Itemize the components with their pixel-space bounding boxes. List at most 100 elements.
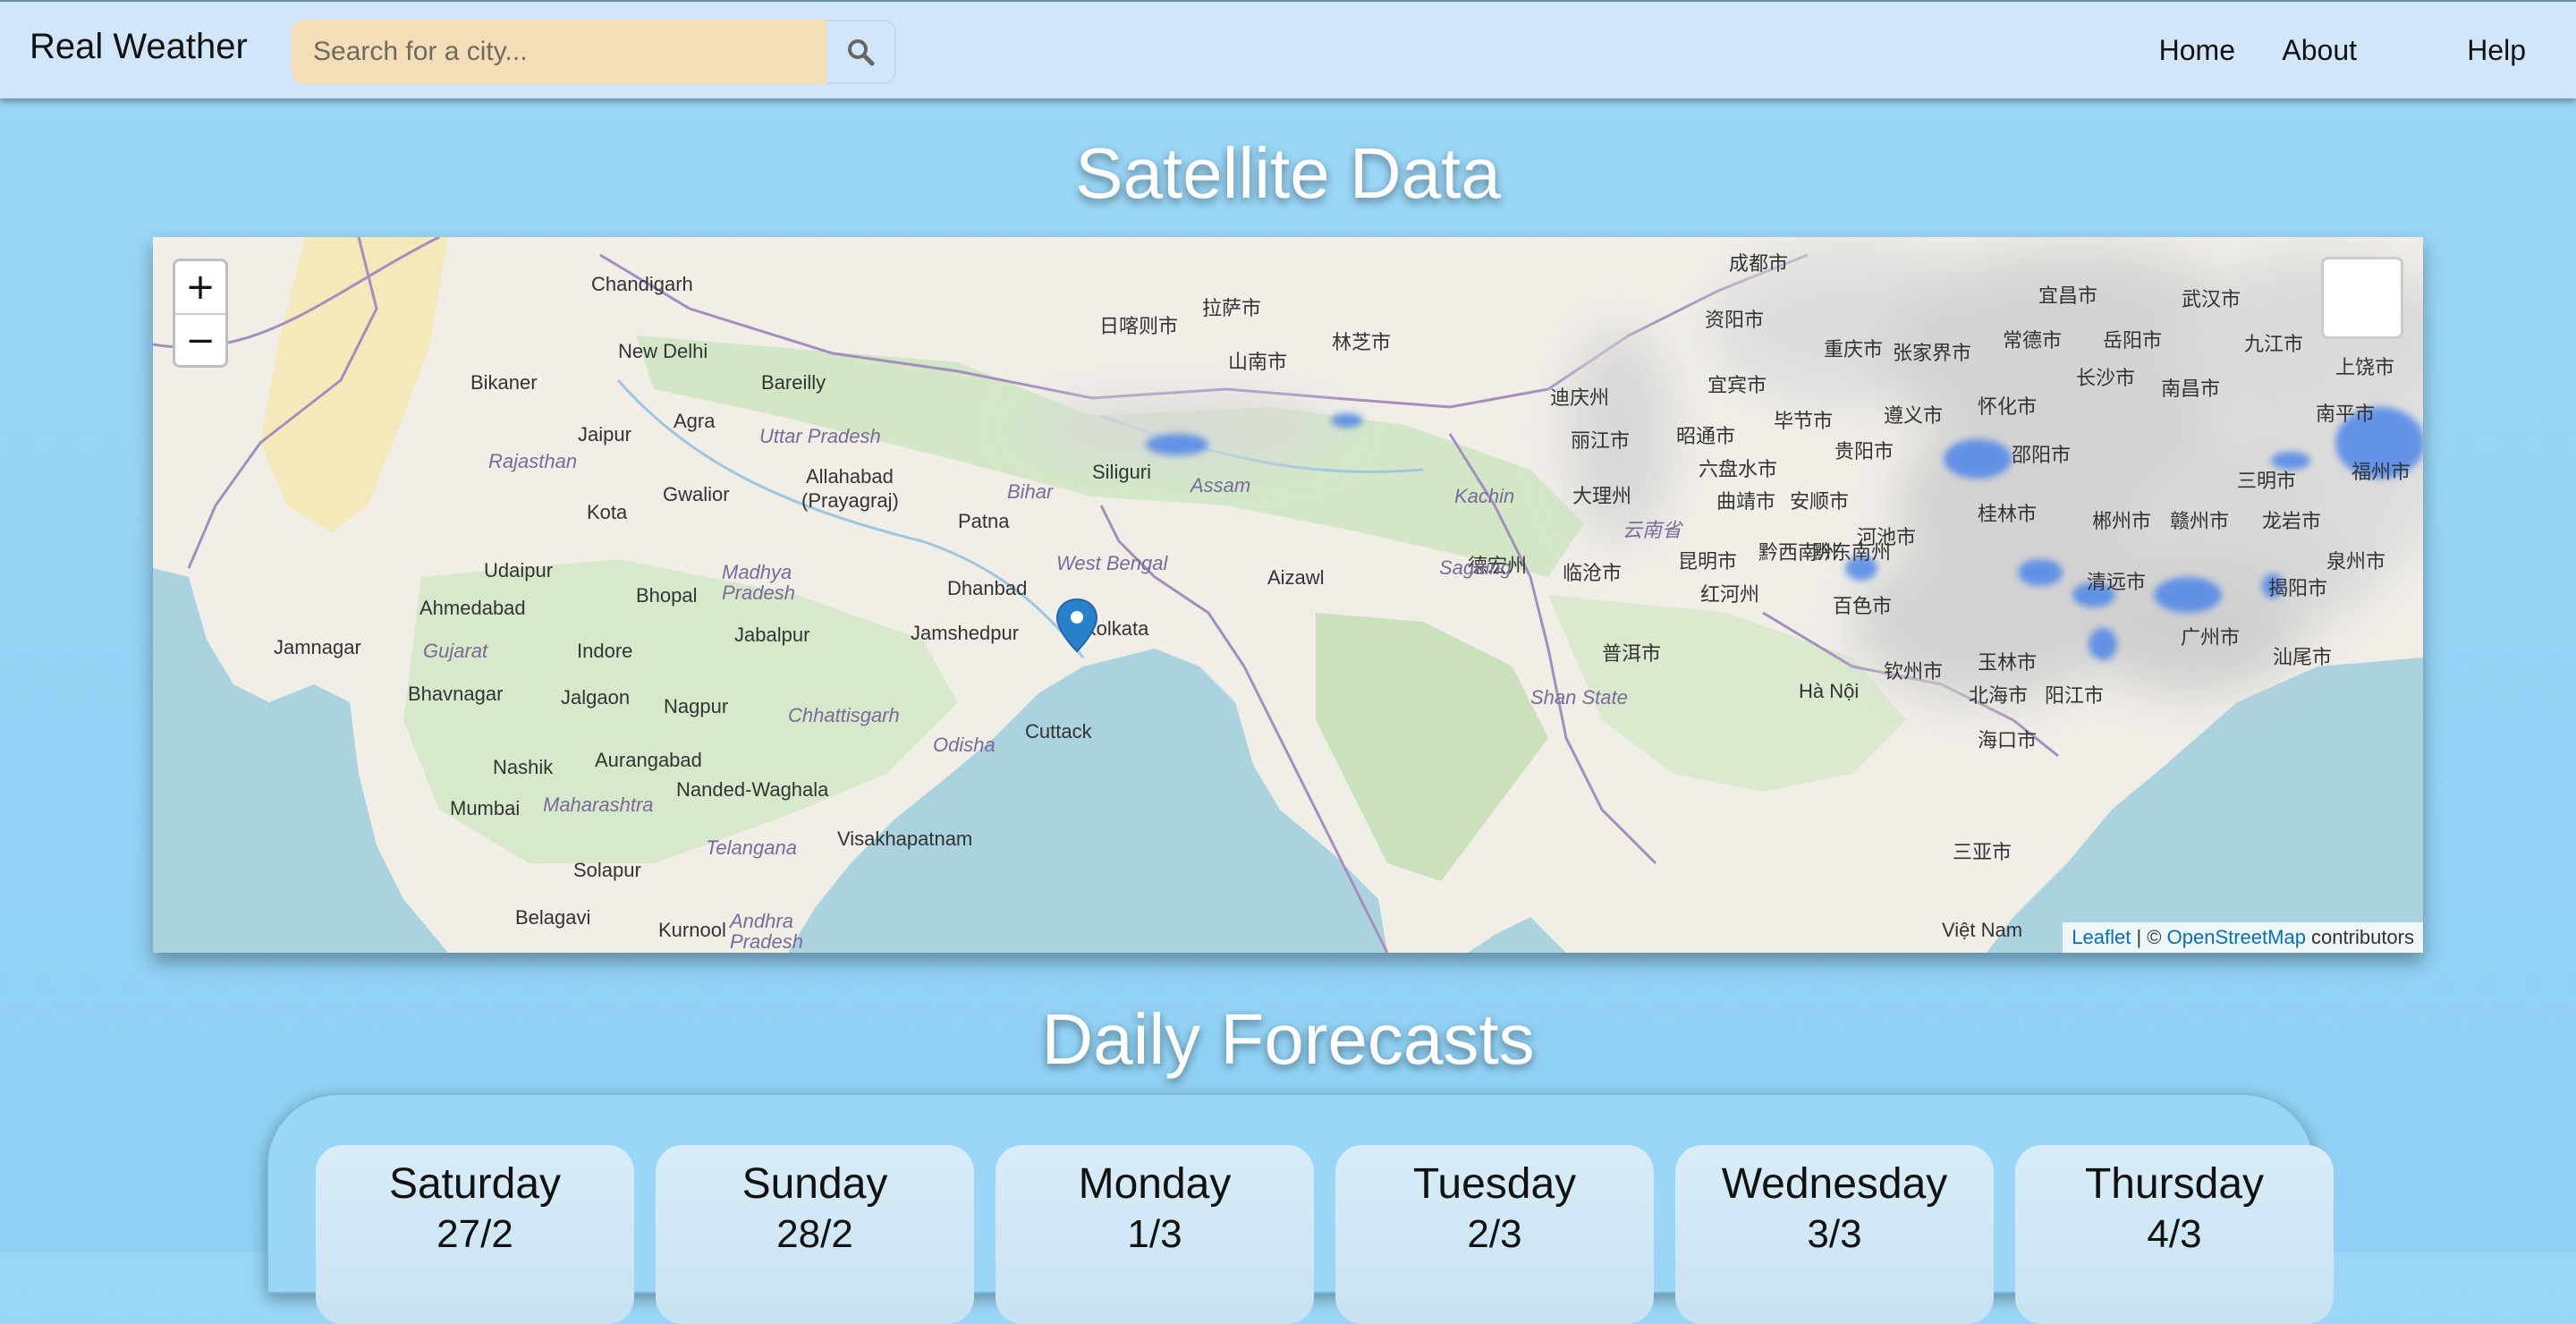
map-label: 桂林市 <box>1978 503 2038 525</box>
day-name: Monday <box>1078 1160 1232 1208</box>
forecast-section-title: Daily Forecasts <box>1041 999 1535 1079</box>
map-label: 云南省 <box>1623 519 1682 541</box>
map-label: 常德市 <box>2003 329 2063 352</box>
map-label: West Bengal <box>1056 552 1168 574</box>
map-label: 北海市 <box>1969 684 2029 707</box>
map-label: Rajasthan <box>488 450 578 472</box>
map-label: 海口市 <box>1978 729 2038 751</box>
forecast-panel: Saturday 27/2 Sunday 28/2 Monday 1/3 Tue… <box>267 1093 2334 1324</box>
map-label: 清远市 <box>2087 571 2147 593</box>
map-label: Nanded-Waghala <box>676 778 829 801</box>
map-label: 郴州市 <box>2092 510 2152 532</box>
map-label: 红河州 <box>1700 583 1760 606</box>
forecast-day-card[interactable]: Tuesday 2/3 <box>1335 1145 1654 1324</box>
map-label: Visakhapatnam <box>837 828 973 850</box>
map-label: 宜昌市 <box>2038 284 2098 307</box>
map-label: Bareilly <box>761 371 826 394</box>
map-label: Việt Nam <box>1942 919 2023 941</box>
map-label: Aizawl <box>1267 566 1325 589</box>
map-label: Solapur <box>573 859 641 881</box>
map-label: Odisha <box>933 734 996 756</box>
map-label: Telangana <box>706 836 797 859</box>
map-label: Mumbai <box>450 797 521 819</box>
map-label: 昭通市 <box>1676 425 1736 447</box>
map-label: Dhanbad <box>947 577 1028 599</box>
map-label: Jamshedpur <box>911 622 1020 644</box>
map-label: 黔西南州 <box>1758 541 1838 564</box>
map-label: 日喀则市 <box>1099 315 1179 337</box>
day-name: Sunday <box>741 1160 888 1208</box>
map-label: 张家界市 <box>1893 342 1972 364</box>
map-label: Hà Nội <box>1799 680 1860 702</box>
map-label: 赣州市 <box>2170 510 2230 532</box>
location-marker-icon[interactable] <box>1055 598 1098 653</box>
map-label: Nagpur <box>664 695 729 717</box>
forecast-day-card[interactable]: Thursday 4/3 <box>2015 1145 2334 1324</box>
map-label: Bikaner <box>470 371 538 394</box>
map-label: 泉州市 <box>2326 550 2386 573</box>
map-label: Bhavnagar <box>408 683 504 705</box>
map-label: 拉萨市 <box>1202 297 1262 319</box>
map-label: 宜宾市 <box>1707 374 1767 396</box>
layer-toggle-button[interactable] <box>2321 257 2403 339</box>
map-label: Maharashtra <box>543 794 654 816</box>
forecast-day-card[interactable]: Saturday 27/2 <box>316 1145 634 1324</box>
map-label: 南平市 <box>2316 403 2376 425</box>
map-label: Gwalior <box>663 483 730 505</box>
map-label: Ahmedabad <box>419 597 526 619</box>
nav-link-home[interactable]: Home <box>2159 34 2235 67</box>
day-name: Saturday <box>388 1160 562 1208</box>
forecast-day-card[interactable]: Wednesday 3/3 <box>1675 1145 1994 1324</box>
map-label: 迪庆州 <box>1550 386 1610 409</box>
day-date: 2/3 <box>1467 1212 1522 1256</box>
map-label: 百色市 <box>1833 595 1893 617</box>
map-label: 怀化市 <box>1978 395 2038 418</box>
search-form <box>292 20 896 84</box>
satellite-map[interactable]: Chandigarh New Delhi Bikaner Jaipur Agra… <box>153 237 2423 953</box>
map-label: 长沙市 <box>2076 367 2136 389</box>
day-name: Tuesday <box>1412 1160 1577 1208</box>
brand-logo-text[interactable]: Real Weather <box>30 27 248 67</box>
attribution-suffix: contributors <box>2305 926 2414 948</box>
map-label: 汕尾市 <box>2273 646 2333 668</box>
forecast-day-card[interactable]: Sunday 28/2 <box>656 1145 974 1324</box>
map-label: Belagavi <box>515 906 591 929</box>
forecast-day-card[interactable]: Monday 1/3 <box>996 1145 1314 1324</box>
map-label: Jaipur <box>578 423 631 446</box>
nav-link-about[interactable]: About <box>2282 34 2357 67</box>
attribution-separator: | © <box>2131 926 2167 948</box>
zoom-control: + − <box>173 259 228 368</box>
map-label: Jabalpur <box>734 624 810 646</box>
map-label: Jamnagar <box>274 636 361 658</box>
map-label: 九江市 <box>2244 333 2304 355</box>
map-label: 重庆市 <box>1824 338 1884 361</box>
map-label: (Prayagraj) <box>801 489 899 512</box>
day-date: 28/2 <box>776 1212 853 1256</box>
openstreetmap-link[interactable]: OpenStreetMap <box>2167 926 2306 948</box>
city-search-input[interactable] <box>292 20 826 84</box>
map-label: Cuttack <box>1025 720 1092 743</box>
map-label: 安顺市 <box>1790 490 1850 513</box>
map-label: Jalgaon <box>561 686 631 709</box>
leaflet-link[interactable]: Leaflet <box>2072 926 2131 948</box>
map-tiles[interactable] <box>153 237 2423 953</box>
map-label: Pradesh <box>722 581 795 604</box>
day-name: Thursday <box>2084 1160 2265 1208</box>
nav-link-help[interactable]: Help <box>2467 34 2526 67</box>
zoom-out-button[interactable]: − <box>175 315 225 367</box>
map-label: 玉林市 <box>1978 651 2038 674</box>
zoom-in-button[interactable]: + <box>175 261 225 315</box>
map-label: 普洱市 <box>1602 642 1662 665</box>
map-label: 福州市 <box>2351 461 2411 483</box>
map-label: Patna <box>958 510 1010 532</box>
map-label: Kurnool <box>658 919 726 941</box>
map-label: 河池市 <box>1857 526 1917 548</box>
day-date: 4/3 <box>2147 1212 2202 1256</box>
map-label: 岳阳市 <box>2103 329 2163 352</box>
search-button[interactable] <box>826 20 896 84</box>
map-label: 广州市 <box>2181 626 2241 649</box>
map-label: Bihar <box>1007 480 1054 503</box>
map-label: 林芝市 <box>1332 331 1392 353</box>
map-label: 曲靖市 <box>1716 490 1776 513</box>
map-label: Udaipur <box>484 559 554 581</box>
